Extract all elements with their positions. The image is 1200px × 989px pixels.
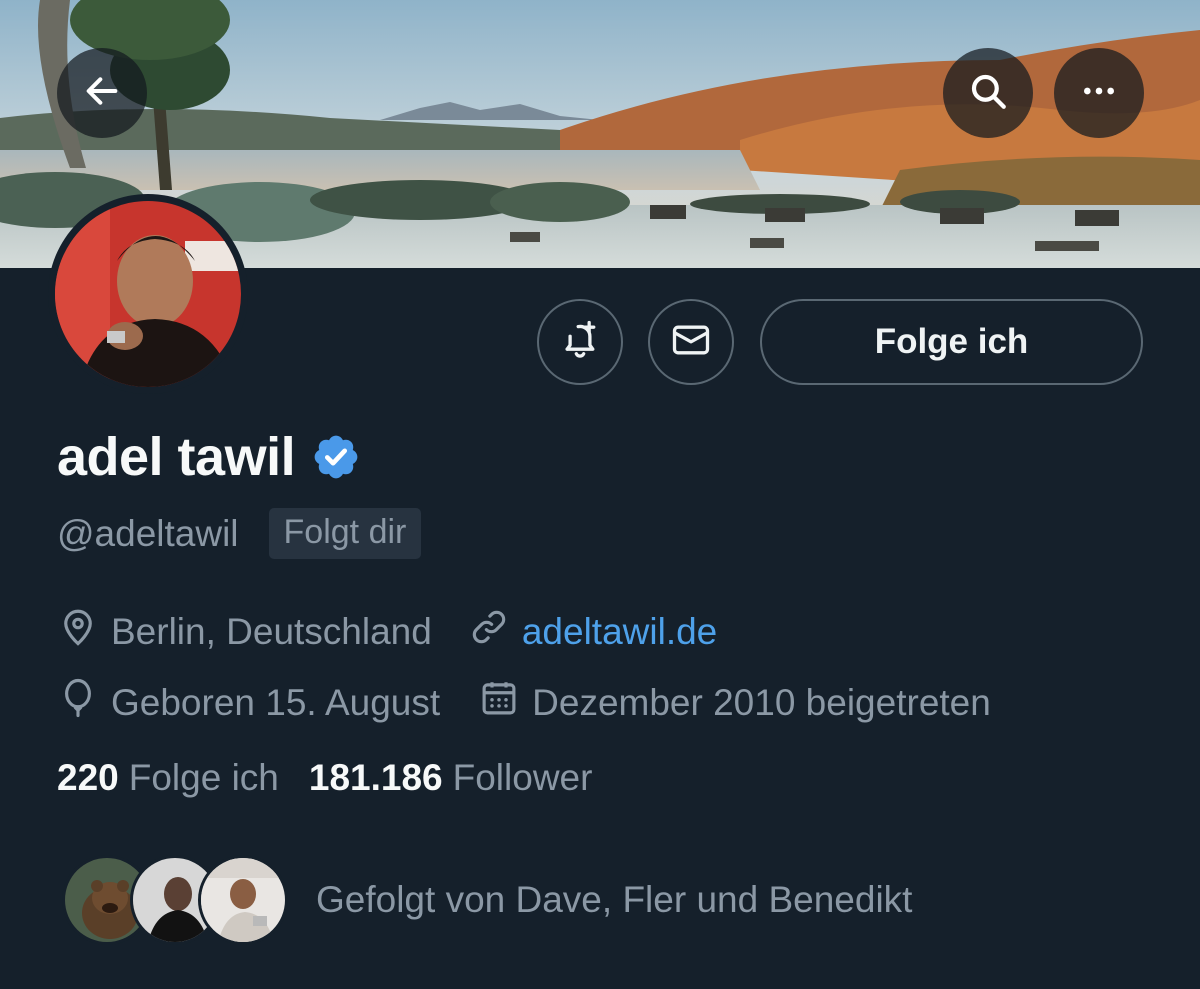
followers-count: 181.186 <box>308 757 443 798</box>
envelope-icon <box>669 318 713 367</box>
follower-avatar-3 <box>198 855 288 945</box>
avatar-image <box>55 201 241 387</box>
more-button[interactable] <box>1054 48 1144 138</box>
following-button[interactable]: Folge ich <box>760 299 1143 385</box>
follow-stats: 220 Folge ich 181.186 Follower <box>57 757 592 799</box>
join-date: Dezember 2010 beigetreten <box>478 677 991 728</box>
notifications-button[interactable] <box>537 299 623 385</box>
arrow-left-icon <box>82 71 122 116</box>
display-name: adel tawil <box>57 427 296 487</box>
message-button[interactable] <box>648 299 734 385</box>
following-stat[interactable]: 220 Folge ich <box>57 757 279 799</box>
more-horizontal-icon <box>1079 71 1119 116</box>
search-icon <box>967 70 1009 117</box>
birthday: Geboren 15. August <box>57 677 440 728</box>
bell-plus-icon <box>558 318 602 367</box>
username: @adeltawil <box>57 512 239 554</box>
info-row-1: Berlin, Deutschland adeltawil.de <box>57 606 717 657</box>
following-label: Folge ich <box>128 757 279 798</box>
search-button[interactable] <box>943 48 1033 138</box>
profile-avatar[interactable] <box>48 194 248 394</box>
followers-stat[interactable]: 181.186 Follower <box>309 757 593 799</box>
website[interactable]: adeltawil.de <box>468 606 717 657</box>
followers-label: Follower <box>452 757 593 798</box>
calendar-icon <box>478 677 532 728</box>
balloon-icon <box>57 677 111 728</box>
location: Berlin, Deutschland <box>57 606 432 657</box>
info-row-2: Geboren 15. August Dezember 2010 beigetr… <box>57 677 991 728</box>
followed-by[interactable]: Gefolgt von Dave, Fler und Benedikt <box>62 855 912 945</box>
verified-badge-icon[interactable] <box>311 432 361 482</box>
back-button[interactable] <box>57 48 147 138</box>
link-icon <box>468 606 522 657</box>
handle-row: @adeltawil Folgt dir <box>57 508 422 559</box>
profile-name: adel tawil <box>57 426 361 488</box>
website-link[interactable]: adeltawil.de <box>522 611 717 653</box>
location-pin-icon <box>57 606 111 657</box>
follows-you-badge: Folgt dir <box>268 508 422 559</box>
followed-by-text[interactable]: Gefolgt von Dave, Fler und Benedikt <box>316 879 912 921</box>
following-count: 220 <box>57 757 119 798</box>
